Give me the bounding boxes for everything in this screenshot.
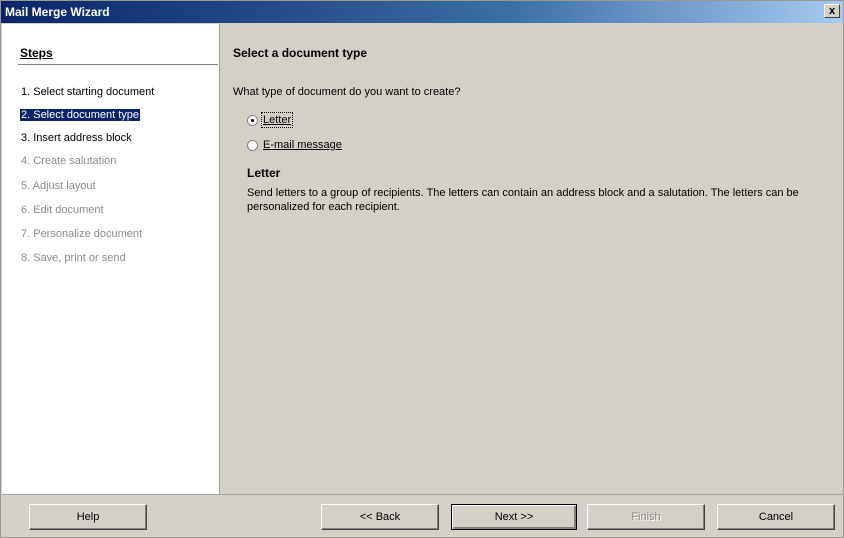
title-bar: Mail Merge Wizard x — [1, 1, 843, 23]
step-personalize-document: 7. Personalize document — [21, 228, 143, 240]
option-email-message-label[interactable]: E-mail message — [263, 139, 342, 151]
steps-pane: Steps 1. Select starting document 2. Sel… — [2, 24, 220, 494]
email-radio-icon[interactable] — [247, 139, 258, 151]
option-email-message[interactable]: E-mail message — [247, 139, 342, 151]
window-title: Mail Merge Wizard — [5, 5, 110, 19]
steps-heading: Steps — [20, 46, 53, 60]
step-select-document-type[interactable]: 2. Select document type — [20, 109, 141, 121]
mail-merge-wizard-window: Mail Merge Wizard x Steps 1. Select star… — [0, 0, 844, 538]
cancel-button[interactable]: Cancel — [717, 504, 835, 530]
button-bar-divider — [2, 494, 844, 495]
step-save-print-or-send: 8. Save, print or send — [21, 252, 126, 264]
letter-radio-icon[interactable] — [247, 114, 258, 126]
option-letter-label[interactable]: Letter — [260, 112, 294, 128]
page-title: Select a document type — [233, 46, 368, 60]
step-create-salutation: 4. Create salutation — [21, 155, 117, 167]
main-content: Select a document type What type of docu… — [233, 24, 833, 494]
back-button[interactable]: << Back — [321, 504, 439, 530]
description-text: Send letters to a group of recipients. T… — [247, 187, 799, 213]
finish-button: Finish — [587, 504, 705, 530]
steps-divider — [18, 64, 218, 65]
step-adjust-layout: 5. Adjust layout — [21, 180, 96, 192]
step-select-starting-document[interactable]: 1. Select starting document — [20, 86, 155, 98]
step-edit-document: 6. Edit document — [21, 204, 104, 216]
description-title: Letter — [247, 166, 281, 180]
option-letter[interactable]: Letter — [247, 112, 294, 128]
next-button[interactable]: Next >> — [451, 504, 577, 530]
help-button[interactable]: Help — [29, 504, 147, 530]
document-type-question: What type of document do you want to cre… — [233, 86, 461, 98]
close-icon[interactable]: x — [824, 4, 840, 18]
step-insert-address-block[interactable]: 3. Insert address block — [20, 132, 133, 144]
